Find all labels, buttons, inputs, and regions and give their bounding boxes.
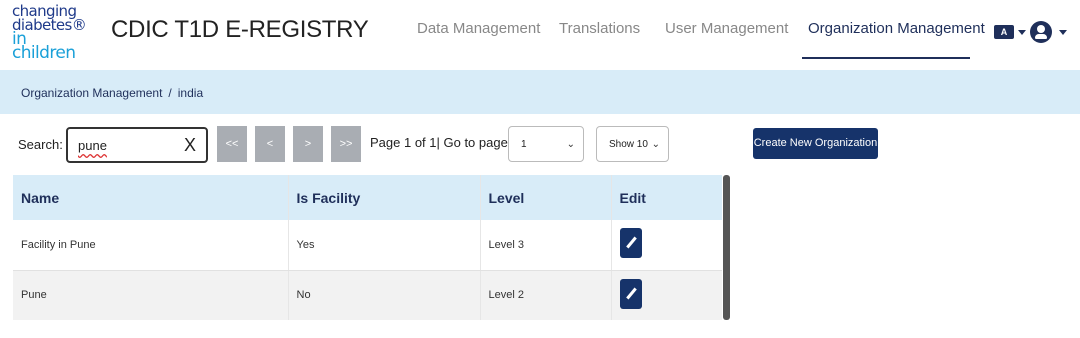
- search-input[interactable]: pune X: [66, 127, 208, 163]
- chevron-down-icon[interactable]: [1018, 29, 1026, 35]
- nav-user-management[interactable]: User Management: [665, 20, 788, 37]
- page-size-select[interactable]: Show 10 ⌄: [596, 126, 669, 162]
- active-nav-indicator: [802, 57, 970, 59]
- cell-edit: [610, 220, 722, 271]
- language-icon[interactable]: A: [994, 25, 1014, 39]
- edit-icon[interactable]: [619, 278, 642, 309]
- go-to-page-value: 1: [521, 139, 527, 150]
- breadcrumb-bar: Organization Management / india: [0, 70, 1080, 114]
- cell-level: Level 2: [479, 270, 611, 320]
- table-scrollbar[interactable]: [723, 175, 730, 320]
- cell-level: Level 3: [479, 220, 611, 271]
- breadcrumb-separator: /: [168, 86, 172, 100]
- search-label: Search:: [18, 137, 63, 152]
- nav-translations[interactable]: Translations: [559, 20, 640, 37]
- search-value: pune: [78, 138, 107, 153]
- breadcrumb-root[interactable]: Organization Management: [21, 86, 162, 100]
- page-info: Page 1 of 1| Go to page:: [370, 135, 512, 150]
- create-organization-button[interactable]: Create New Organization: [753, 128, 878, 159]
- nav-data-management[interactable]: Data Management: [417, 20, 540, 37]
- last-page-button[interactable]: >>: [331, 126, 361, 162]
- go-to-page-select[interactable]: 1 ⌄: [508, 126, 584, 162]
- logo-text-line3: in children: [12, 29, 76, 63]
- chevron-down-icon: ⌄: [651, 139, 660, 150]
- breadcrumb-current: india: [177, 86, 204, 100]
- cell-name: Pune: [13, 270, 288, 320]
- prev-page-button[interactable]: <: [255, 126, 285, 162]
- column-header-is-facility[interactable]: Is Facility: [287, 175, 480, 220]
- nav-organization-management[interactable]: Organization Management: [808, 20, 985, 37]
- organization-table: Name Is Facility Level Edit Facility in …: [13, 175, 722, 320]
- page-size-value: Show 10: [609, 139, 648, 150]
- cell-name: Facility in Pune: [13, 220, 288, 271]
- table-row: Pune No Level 2: [13, 270, 722, 320]
- cell-edit: [610, 270, 722, 320]
- breadcrumb: Organization Management / india: [21, 86, 203, 100]
- cell-is-facility: No: [287, 270, 480, 320]
- chevron-down-icon[interactable]: [1059, 29, 1067, 35]
- table-header-row: Name Is Facility Level Edit: [13, 175, 722, 220]
- app-title: CDIC T1D E-REGISTRY: [111, 16, 369, 43]
- cell-is-facility: Yes: [287, 220, 480, 271]
- logo[interactable]: changing diabetes® in children: [12, 4, 92, 63]
- table-row: Facility in Pune Yes Level 3: [13, 220, 722, 271]
- clear-search-icon[interactable]: X: [184, 135, 196, 156]
- column-header-name[interactable]: Name: [13, 175, 288, 220]
- top-navbar: changing diabetes® in children CDIC T1D …: [0, 0, 1080, 70]
- column-header-edit: Edit: [610, 175, 722, 220]
- chevron-down-icon: ⌄: [566, 139, 575, 150]
- user-icon[interactable]: [1030, 21, 1052, 43]
- edit-icon[interactable]: [619, 228, 642, 259]
- header-tools: A: [994, 21, 1067, 43]
- column-header-level[interactable]: Level: [479, 175, 611, 220]
- next-page-button[interactable]: >: [293, 126, 323, 162]
- first-page-button[interactable]: <<: [217, 126, 247, 162]
